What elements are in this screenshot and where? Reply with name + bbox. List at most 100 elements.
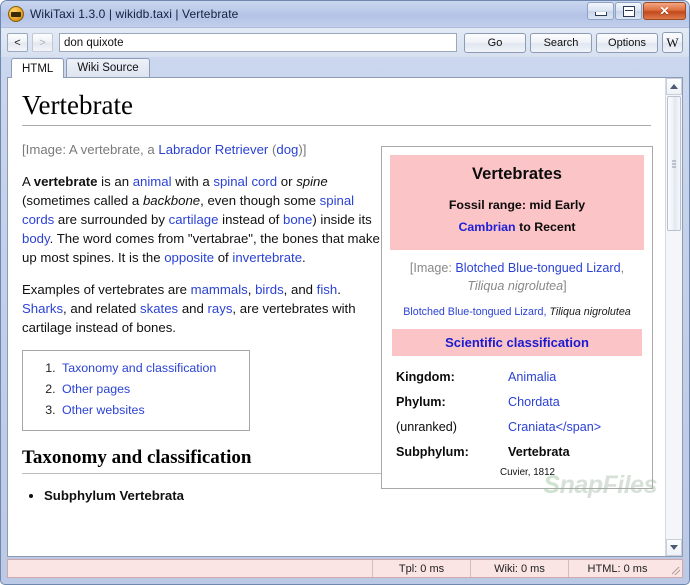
tab-html[interactable]: HTML — [11, 58, 65, 78]
table-row: Subphylum: Vertebrata — [390, 441, 644, 466]
taxobox-image-note: [Image: Blotched Blue-tongued Lizard, Ti… — [390, 250, 644, 297]
forward-button[interactable]: > — [32, 33, 53, 52]
link-cartilage[interactable]: cartilage — [169, 212, 219, 227]
text-run: or — [277, 174, 297, 190]
minimize-button[interactable] — [587, 2, 614, 20]
link-opposite[interactable]: opposite — [164, 250, 214, 265]
close-icon: ✕ — [659, 4, 670, 18]
options-button[interactable]: Options — [596, 32, 658, 53]
scrollbar-grip-icon — [672, 160, 676, 167]
link-fish[interactable]: fish — [317, 282, 338, 297]
taxon-value: Craniata</span> — [502, 416, 644, 441]
vertical-scrollbar[interactable] — [665, 78, 682, 556]
taxonomy-bullet-list: Subphylum Vertebrata — [22, 486, 384, 506]
toc-item[interactable]: Other pages — [59, 379, 239, 400]
maximize-button[interactable] — [615, 2, 642, 20]
text-run: , and — [283, 282, 317, 298]
lead-image-note: [Image: A vertebrate, a Labrador Retriev… — [22, 140, 384, 159]
taxobox-fossil-range: Fossil range: mid Early Cambrian to Rece… — [396, 194, 638, 238]
text-run: with a — [171, 174, 214, 190]
toc-item[interactable]: Taxonomy and classification — [59, 358, 239, 379]
page-title: Vertebrate — [22, 90, 133, 120]
tab-strip: HTML Wiki Source — [1, 57, 689, 78]
link-spinal-cord[interactable]: spinal cord — [213, 174, 277, 189]
link-bone[interactable]: bone — [283, 212, 312, 227]
rank-label: Phylum: — [396, 395, 446, 409]
emphasis-italic: backbone — [142, 193, 201, 209]
article-body: Vertebrate [Image: A vertebrate, a Labra… — [8, 78, 665, 506]
caption-link[interactable]: Blotched Blue-tongued Lizard — [403, 306, 543, 318]
text-run: . — [337, 282, 341, 298]
section-divider — [22, 473, 384, 475]
text-run: instead of — [218, 212, 283, 228]
taxon-value: Vertebrata — [502, 441, 644, 466]
text-run: , and related — [63, 301, 141, 317]
status-html-time: HTML: 0 ms — [568, 560, 666, 577]
scroll-up-button[interactable] — [666, 78, 682, 95]
list-item: Subphylum Vertebrata — [44, 486, 384, 506]
taxon-value: Chordata — [502, 391, 644, 416]
minimize-icon — [594, 11, 607, 16]
status-message — [8, 560, 372, 577]
link-invertebrate[interactable]: invertebrate — [232, 250, 302, 265]
back-button[interactable]: < — [7, 33, 28, 52]
chevron-up-icon — [670, 84, 678, 89]
link-chordata[interactable]: Chordata — [508, 395, 560, 409]
taxobox-header: Vertebrates Fossil range: mid Early Camb… — [390, 155, 644, 250]
article-text-column: [Image: A vertebrate, a Labrador Retriev… — [22, 140, 384, 506]
link-blotched-blue-tongued-lizard[interactable]: Blotched Blue-tongued Lizard — [455, 261, 620, 275]
text-run: of — [214, 250, 233, 266]
toc-link-taxonomy[interactable]: Taxonomy and classification — [62, 361, 216, 375]
search-input[interactable] — [59, 33, 457, 52]
rank-label: (unranked) — [396, 420, 457, 434]
text-run: , — [247, 282, 256, 298]
link-cambrian[interactable]: Cambrian — [458, 220, 515, 234]
link-labrador-retriever[interactable]: Labrador Retriever — [158, 142, 268, 157]
scientific-classification-header: Scientific classification — [392, 329, 642, 356]
close-button[interactable]: ✕ — [643, 2, 686, 20]
status-wiki-time: Wiki: 0 ms — [470, 560, 568, 577]
wikitaxi-window: WikiTaxi 1.3.0 | wikidb.taxi | Vertebrat… — [0, 0, 690, 585]
scrollbar-thumb[interactable] — [667, 96, 681, 231]
content-pane: Vertebrate [Image: A vertebrate, a Labra… — [7, 77, 683, 557]
tab-wiki-source[interactable]: Wiki Source — [66, 58, 150, 77]
text-run: (sometimes called a — [22, 193, 143, 209]
link-sharks[interactable]: Sharks — [22, 301, 63, 316]
text-run: ) inside its — [312, 212, 372, 228]
resize-grip-icon[interactable] — [666, 560, 682, 577]
scroll-down-button[interactable] — [666, 539, 682, 556]
link-rays[interactable]: rays — [208, 301, 233, 316]
paragraph-2: Examples of vertebrates are mammals, bir… — [22, 280, 384, 337]
taxonomy-table: Kingdom: Animalia Phylum: Chordata (unra… — [390, 366, 644, 466]
link-animal[interactable]: animal — [133, 174, 172, 189]
image-note-prefix: [Image: A vertebrate, a — [22, 142, 159, 158]
link-dog[interactable]: dog — [276, 142, 298, 157]
emphasis-bold: vertebrate — [33, 174, 98, 190]
toc-link-other-pages[interactable]: Other pages — [62, 382, 130, 396]
title-divider — [22, 125, 651, 127]
taxobox: Vertebrates Fossil range: mid Early Camb… — [381, 146, 653, 489]
link-birds[interactable]: birds — [255, 282, 284, 297]
text-run: is an — [97, 174, 133, 190]
title-bar: WikiTaxi 1.3.0 | wikidb.taxi | Vertebrat… — [1, 1, 689, 28]
rank-label: Kingdom: — [396, 370, 455, 384]
taxobox-image-comma: , — [620, 261, 625, 275]
article-viewport: Vertebrate [Image: A vertebrate, a Labra… — [8, 78, 665, 556]
taxon-self-vertebrata: Vertebrata — [508, 445, 570, 459]
wikipedia-icon[interactable]: W — [662, 32, 683, 53]
toc-link-other-websites[interactable]: Other websites — [62, 403, 145, 417]
link-body[interactable]: body — [22, 231, 50, 246]
taxon-authority: Cuvier, 1812 — [500, 467, 556, 478]
toolbar: < > Go Search Options W — [1, 28, 689, 57]
link-animalia[interactable]: Animalia — [508, 370, 556, 384]
link-craniata[interactable]: Craniata</span> — [508, 420, 601, 434]
link-skates[interactable]: skates — [140, 301, 178, 316]
toc-item[interactable]: Other websites — [59, 400, 239, 421]
emphasis-italic: spine — [296, 174, 328, 190]
go-button[interactable]: Go — [464, 32, 526, 53]
search-button[interactable]: Search — [530, 32, 592, 53]
link-mammals[interactable]: mammals — [191, 282, 248, 297]
taxobox-title: Vertebrates — [472, 165, 562, 183]
table-row: Phylum: Chordata — [390, 391, 644, 416]
rank-label: Subphylum: — [396, 445, 469, 459]
